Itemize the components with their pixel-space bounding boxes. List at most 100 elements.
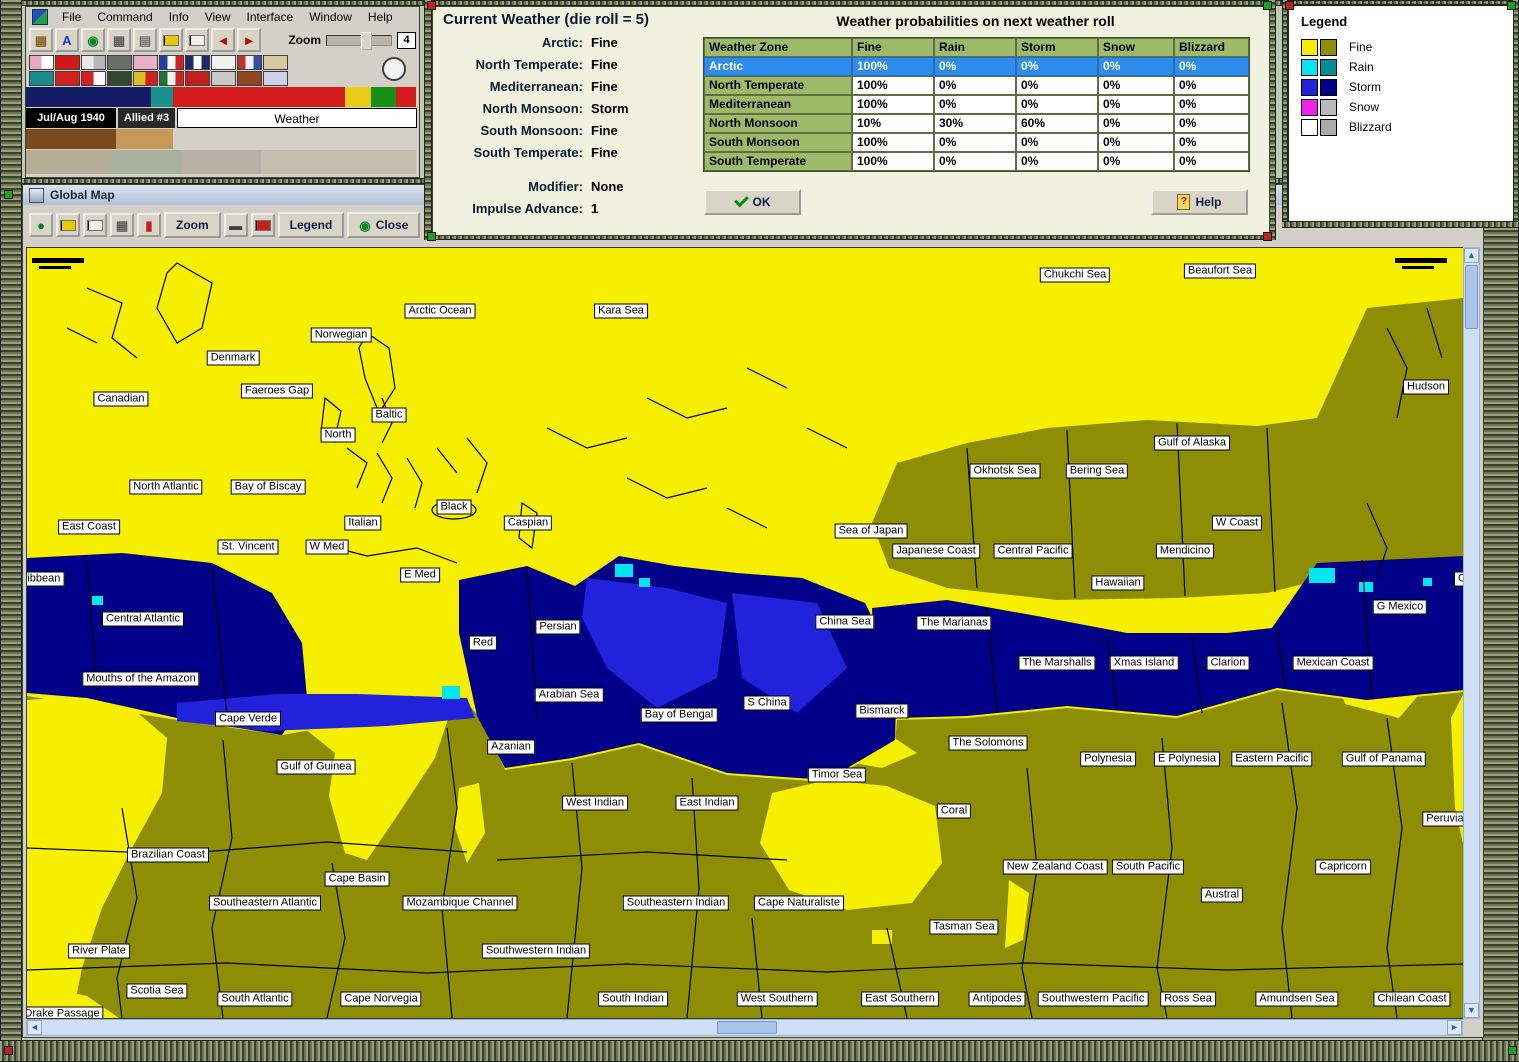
sea-zone-label: Central Atlantic: [102, 611, 184, 627]
sea-zone-label: East Indian: [675, 795, 739, 811]
prob-value-cell: 0%: [1098, 114, 1174, 133]
units-icon[interactable]: ▤: [133, 28, 157, 52]
sea-zone-label: Gulf of Guinea: [276, 759, 356, 775]
sea-zone-label: Central Pacific: [993, 543, 1073, 559]
legend-button[interactable]: Legend: [277, 212, 345, 238]
menu-info[interactable]: Info: [167, 9, 191, 25]
counters-icon[interactable]: ▦: [107, 28, 131, 52]
scroll-left-button[interactable]: ◄: [27, 1020, 42, 1035]
zoom-label: Zoom: [288, 33, 321, 47]
row1-flag-10[interactable]: [263, 55, 288, 70]
highlight-flag-icon[interactable]: [56, 213, 80, 237]
zoom-slider[interactable]: [326, 31, 392, 50]
globe-icon[interactable]: ◉: [81, 28, 105, 52]
row2-flag-4[interactable]: [107, 71, 132, 86]
back-icon[interactable]: ◄: [211, 28, 235, 52]
row2-flag-7[interactable]: [185, 71, 210, 86]
impulse-advance-value: 1: [591, 201, 599, 216]
taiwan-flag-icon-glyph: [254, 219, 271, 231]
map-horizontal-scrollbar[interactable]: ◄ ►: [26, 1019, 1463, 1036]
hex-icon-glyph: ●: [37, 217, 45, 233]
power-color-bars: [26, 87, 416, 107]
highlight-flag-icon[interactable]: [159, 28, 183, 52]
terrain-icon[interactable]: ▦: [29, 28, 53, 52]
weather-dialog: Current Weather (die roll = 5) Weather p…: [432, 6, 1270, 236]
world-map[interactable]: Chukchi Sea Beaufort Sea Arctic Ocean Kara …: [26, 247, 1465, 1019]
row2-flag-2[interactable]: [55, 71, 80, 86]
row1-flag-2[interactable]: [55, 55, 80, 70]
circle-button[interactable]: [382, 57, 406, 81]
sea-zone-label: Cape Verde: [214, 711, 282, 727]
sea-zone-label: Hawaiian: [1091, 575, 1145, 591]
taiwan-flag-icon[interactable]: [250, 213, 275, 237]
map-vertical-scrollbar[interactable]: ▲ ▼: [1463, 247, 1480, 1019]
row1-flag-7[interactable]: [185, 55, 210, 70]
ok-button[interactable]: OK: [704, 189, 801, 215]
scroll-down-button[interactable]: ▼: [1464, 1003, 1479, 1018]
vertical-scroll-thumb[interactable]: [1465, 265, 1478, 329]
help-button[interactable]: ? Help: [1151, 189, 1248, 215]
sea-zone-label: Black: [436, 499, 472, 515]
menu-file[interactable]: File: [60, 9, 83, 25]
row2-flag-6[interactable]: [159, 71, 184, 86]
thermometer-icon[interactable]: ▮: [137, 213, 161, 237]
white-flag-icon[interactable]: [185, 28, 209, 52]
legend-item-label: Snow: [1349, 100, 1380, 114]
weather-zone-name: South Temperate:: [473, 145, 583, 160]
row2-flag-5[interactable]: [133, 71, 158, 86]
row2-flag-8[interactable]: [211, 71, 236, 86]
zoom-slider-handle[interactable]: [361, 31, 372, 50]
text-icon[interactable]: A: [55, 28, 79, 52]
row1-flag-8[interactable]: [211, 55, 236, 70]
menu-help[interactable]: Help: [366, 9, 395, 25]
row2-flag-3[interactable]: [81, 71, 106, 86]
menu-view[interactable]: View: [203, 9, 233, 25]
prob-value-cell: 60%: [1016, 114, 1098, 133]
color-bar: [173, 87, 345, 107]
sea-zone-label: G Mexico: [1372, 599, 1428, 615]
forward-icon[interactable]: ►: [237, 28, 261, 52]
current-weather-row: South Temperate: Fine: [441, 145, 617, 160]
close-button-icon: ◉: [359, 217, 371, 233]
color-bar: [26, 150, 111, 174]
white-flag-icon[interactable]: [83, 213, 107, 237]
global-map-window: Global Map ● ▦ ▮ Zoom ▬ Legend ◉ Close C…: [22, 184, 1495, 1038]
legend-swatch: [1301, 118, 1318, 136]
row1-flag-1[interactable]: [29, 55, 54, 70]
prob-value-cell: 0%: [1174, 95, 1249, 114]
close-button[interactable]: ◉ Close: [347, 212, 421, 238]
rail-icon[interactable]: ▬: [223, 213, 248, 237]
menu-window[interactable]: Window: [307, 9, 354, 25]
weather-zone-name: Mediterranean:: [489, 79, 583, 94]
zoom-button[interactable]: Zoom: [164, 212, 221, 238]
row2-flag-9[interactable]: [237, 71, 262, 86]
current-weather-row: North Temperate: Fine: [441, 57, 618, 72]
sea-zone-label: East Southern: [861, 991, 939, 1007]
menu-command[interactable]: Command: [95, 9, 154, 25]
frame-ornament: [427, 232, 436, 241]
hex-icon[interactable]: ●: [29, 213, 53, 237]
sea-zone-label: Southwestern Pacific: [1037, 991, 1149, 1007]
row2-flag-1[interactable]: [29, 71, 54, 86]
scroll-up-button[interactable]: ▲: [1464, 248, 1479, 263]
menu-interface[interactable]: Interface: [245, 9, 296, 25]
impulse-advance-label: Impulse Advance:: [472, 201, 583, 216]
main-window: File Command Info View Interface Window Help ▦…: [25, 6, 420, 178]
scroll-right-button[interactable]: ►: [1447, 1020, 1462, 1035]
prob-value-cell: 100%: [852, 57, 934, 76]
prob-value-cell: 0%: [934, 76, 1016, 95]
color-bar: [371, 87, 396, 107]
row1-flag-5[interactable]: [133, 55, 158, 70]
prob-value-cell: 0%: [934, 95, 1016, 114]
weather-zone-name: North Temperate:: [475, 57, 583, 72]
sea-zone-label: South Indian: [598, 991, 668, 1007]
row1-flag-6[interactable]: [159, 55, 184, 70]
prob-value-cell: 0%: [1174, 114, 1249, 133]
horizontal-scroll-thumb[interactable]: [717, 1021, 777, 1034]
counters-icon[interactable]: ▦: [110, 213, 134, 237]
row1-flag-4[interactable]: [107, 55, 132, 70]
row2-flag-10[interactable]: [263, 71, 288, 86]
prob-zone-cell: North Temperate: [704, 76, 852, 95]
row1-flag-9[interactable]: [237, 55, 262, 70]
row1-flag-3[interactable]: [81, 55, 106, 70]
